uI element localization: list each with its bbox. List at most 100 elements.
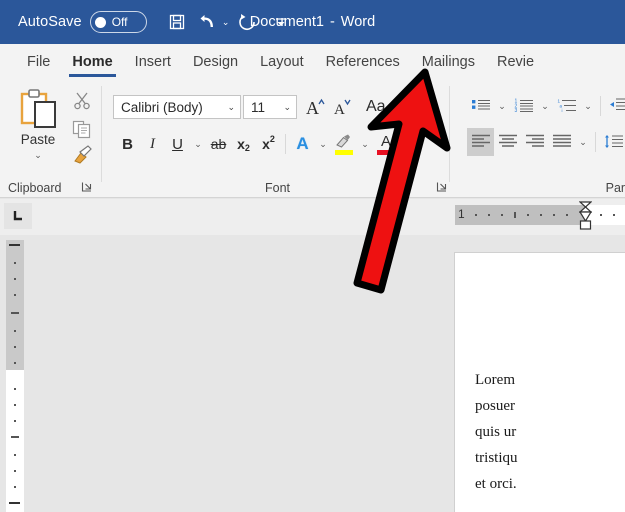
subscript-base: x [237, 136, 245, 152]
superscript-button[interactable]: x2 [256, 130, 281, 158]
grow-font-letter: A [306, 98, 319, 118]
font-color-bar [377, 149, 395, 155]
ruler-tick [553, 214, 555, 216]
text-effects-button[interactable]: A [290, 130, 315, 158]
horizontal-ruler[interactable]: 1 [455, 201, 625, 230]
ruler-tick [501, 214, 503, 216]
body-line: et orci. [475, 476, 517, 492]
document-body-text[interactable]: Lorem posuer quis ur tristiqu et orci. [475, 367, 625, 497]
tab-design-label: Design [192, 54, 239, 70]
align-center-icon[interactable] [494, 128, 521, 156]
ruler-tick [14, 346, 16, 348]
tab-layout-label: Layout [260, 54, 304, 70]
chevron-down-icon: ⌄ [283, 101, 291, 112]
indent-marker-icon[interactable] [578, 201, 593, 231]
autosave-toggle[interactable]: Off [89, 11, 147, 33]
tab-insert-label: Insert [134, 54, 171, 70]
ribbon: Paste ⌄ Clipboard Calibri (Body) ⌄ 11 ⌄ … [0, 80, 625, 198]
clear-formatting-eraser-icon[interactable]: A [400, 94, 426, 120]
text-highlight-color-icon[interactable] [331, 130, 357, 158]
tab-home[interactable]: Home [61, 44, 123, 80]
title-bar: AutoSave Off ⌄ Document1 - Word [0, 0, 625, 44]
tab-review[interactable]: Revie [486, 44, 545, 80]
ruler-tick [600, 214, 602, 216]
autosave-label: AutoSave [18, 14, 82, 30]
vertical-ruler-margin-region [6, 240, 24, 370]
clipboard-group-label: Clipboard [8, 181, 62, 195]
align-right-icon[interactable] [521, 128, 548, 156]
highlight-dropdown-caret[interactable]: ⌄ [357, 130, 373, 158]
tab-insert[interactable]: Insert [124, 44, 182, 80]
ruler-tick-major [11, 312, 19, 314]
text-effects-dropdown-caret[interactable]: ⌄ [315, 130, 331, 158]
justify-icon[interactable] [548, 128, 575, 156]
save-icon[interactable] [161, 7, 193, 37]
bold-button[interactable]: B [115, 130, 140, 158]
group-separator [101, 86, 102, 182]
ruler-tick [613, 214, 615, 216]
paste-label: Paste [20, 132, 56, 147]
tab-review-label: Revie [496, 54, 535, 70]
tab-mailings[interactable]: Mailings [411, 44, 486, 80]
tab-file[interactable]: File [16, 44, 61, 80]
grow-font-button[interactable]: A [302, 94, 329, 120]
ruler-tick [566, 214, 568, 216]
paste-dropdown-caret[interactable]: ⌄ [34, 151, 42, 160]
ruler-cap [9, 244, 20, 246]
document-workspace: Lorem posuer quis ur tristiqu et orci. [0, 235, 625, 512]
alignment-dropdown-caret[interactable]: ⌄ [575, 128, 591, 156]
font-color-letter: A [380, 132, 391, 150]
scissors-icon[interactable] [68, 88, 96, 114]
line-spacing-icon[interactable] [600, 128, 625, 156]
superscript-base: x [262, 136, 270, 152]
word-application-window: AutoSave Off ⌄ Document1 - Word File Hom… [0, 0, 625, 512]
font-dialog-launcher[interactable] [435, 180, 449, 194]
font-name-combobox[interactable]: Calibri (Body) ⌄ [113, 95, 241, 119]
numbered-list-icon[interactable]: 1 2 3 [510, 92, 537, 120]
font-group-label: Font [264, 181, 290, 195]
ruler-tick [14, 330, 16, 332]
change-case-button[interactable]: Aa ⌄ [362, 94, 400, 120]
font-color-dropdown-caret[interactable]: ⌄ [399, 130, 415, 158]
copy-icon[interactable] [68, 116, 96, 142]
autosave-state-label: Off [111, 15, 128, 29]
clipboard-dialog-launcher[interactable] [80, 180, 94, 194]
multilevel-list-icon[interactable]: 1 a i [553, 92, 580, 120]
strikethrough-button[interactable]: ab [206, 130, 231, 158]
undo-dropdown-caret[interactable]: ⌄ [219, 17, 233, 28]
multilevel-dropdown-caret[interactable]: ⌄ [580, 92, 596, 120]
group-separator [449, 86, 450, 182]
divider [595, 132, 596, 152]
ruler-tick [14, 454, 16, 456]
document-page[interactable]: Lorem posuer quis ur tristiqu et orci. [455, 253, 625, 512]
left-tab-stop-icon[interactable] [4, 203, 32, 229]
font-color-button[interactable]: A [373, 130, 399, 158]
svg-text:3: 3 [514, 108, 517, 114]
subscript-button[interactable]: x2 [231, 130, 256, 158]
underline-button[interactable]: U [165, 130, 190, 158]
align-left-icon[interactable] [467, 128, 494, 156]
tab-references[interactable]: References [315, 44, 411, 80]
bullet-list-icon[interactable] [467, 92, 494, 120]
ruler-tick [14, 262, 16, 264]
title-separator: - [329, 14, 335, 30]
tab-layout[interactable]: Layout [249, 44, 315, 80]
bullets-dropdown-caret[interactable]: ⌄ [494, 92, 510, 120]
vertical-ruler[interactable] [6, 240, 24, 512]
font-size-combobox[interactable]: 11 ⌄ [243, 95, 297, 119]
tab-design[interactable]: Design [182, 44, 249, 80]
paste-button[interactable]: Paste ⌄ [10, 86, 66, 172]
ruler-mark-1: 1 [458, 207, 465, 221]
subscript-index: 2 [244, 143, 250, 153]
ribbon-tab-strip: File Home Insert Design Layout Reference… [0, 44, 625, 80]
divider [285, 134, 286, 154]
italic-button[interactable]: I [140, 130, 165, 158]
ruler-tick [488, 214, 490, 216]
format-painter-icon[interactable] [68, 142, 96, 168]
numbering-dropdown-caret[interactable]: ⌄ [537, 92, 553, 120]
ruler-tick-major [514, 212, 516, 218]
underline-dropdown-caret[interactable]: ⌄ [190, 130, 206, 158]
ruler-tick [14, 294, 16, 296]
shrink-font-button[interactable]: A [329, 94, 356, 120]
decrease-indent-icon[interactable] [605, 92, 625, 120]
